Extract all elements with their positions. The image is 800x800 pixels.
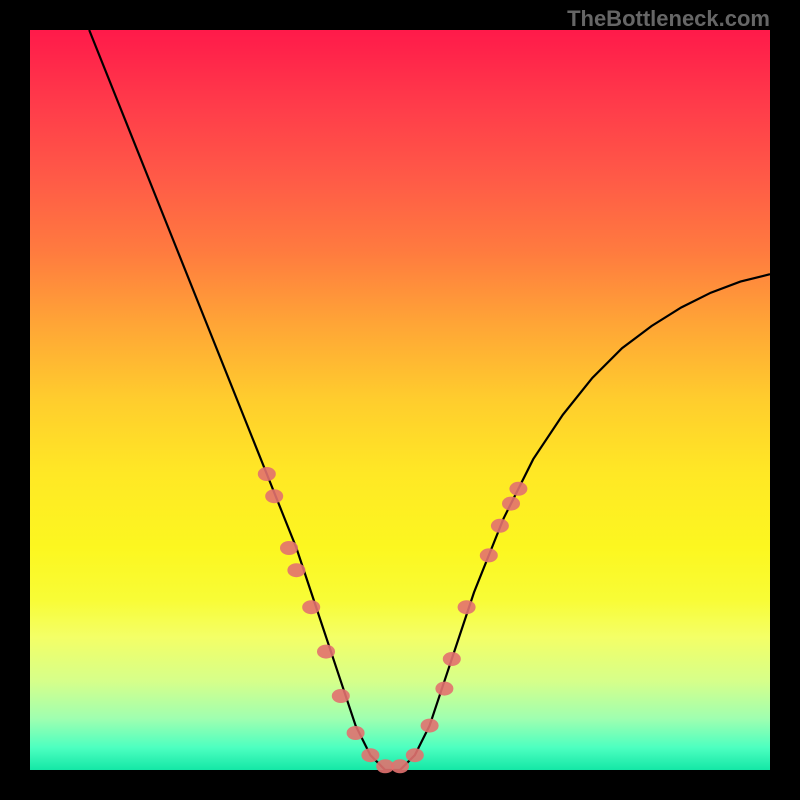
bottleneck-curve [89,30,770,770]
marker-point [265,489,283,503]
marker-point [302,600,320,614]
curve-layer [30,30,770,770]
chart-frame: TheBottleneck.com [0,0,800,800]
marker-group [258,467,528,773]
marker-point [480,548,498,562]
marker-point [443,652,461,666]
marker-point [332,689,350,703]
marker-point [458,600,476,614]
marker-point [280,541,298,555]
marker-point [421,719,439,733]
marker-point [317,645,335,659]
marker-point [491,519,509,533]
marker-point [406,748,424,762]
plot-area [30,30,770,770]
marker-point [391,759,409,773]
marker-point [509,482,527,496]
marker-point [258,467,276,481]
marker-point [347,726,365,740]
marker-point [287,563,305,577]
marker-point [361,748,379,762]
watermark-text: TheBottleneck.com [567,6,770,32]
marker-point [435,682,453,696]
marker-point [502,497,520,511]
